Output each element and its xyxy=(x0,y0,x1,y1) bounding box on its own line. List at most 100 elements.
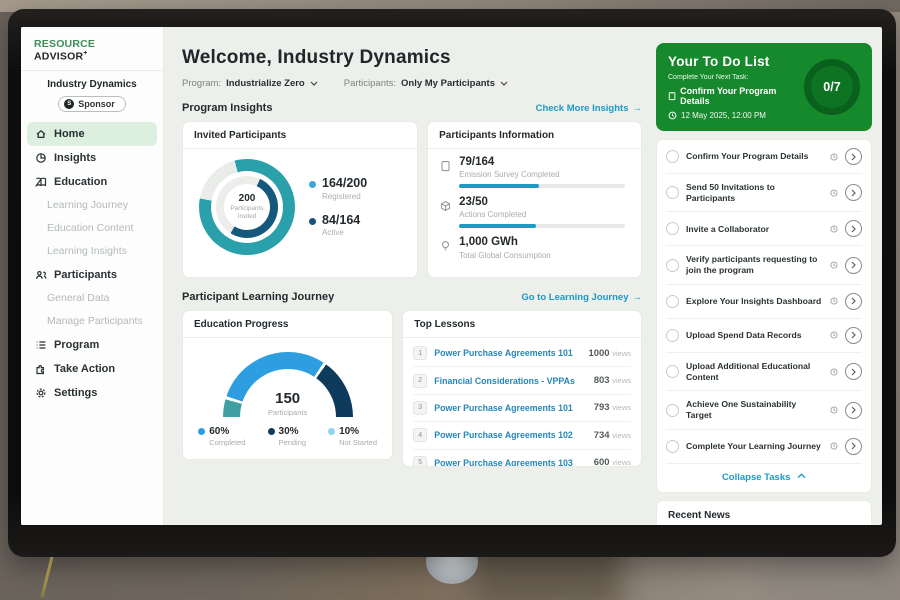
sidebar-item-general-data[interactable]: General Data xyxy=(21,287,163,310)
go-to-learning-journey-link[interactable]: Go to Learning Journey → xyxy=(521,292,642,303)
sidebar-item-learning-journey[interactable]: Learning Journey xyxy=(21,194,163,217)
actions-progress-bar xyxy=(459,224,625,228)
card-title: Participants Information xyxy=(428,122,641,149)
sidebar-item-take-action[interactable]: Take Action xyxy=(21,357,163,381)
chevron-right-icon[interactable] xyxy=(845,293,862,310)
clock-icon xyxy=(830,442,838,450)
todo-subtitle: Complete Your Next Task: xyxy=(668,74,796,81)
todo-checkbox[interactable] xyxy=(666,365,679,378)
todo-checkbox[interactable] xyxy=(666,404,679,417)
chevron-right-icon[interactable] xyxy=(845,327,862,344)
todo-checkbox[interactable] xyxy=(666,150,679,163)
sponsor-badge[interactable]: S Sponsor xyxy=(58,96,126,112)
sidebar-item-label: Education Content xyxy=(47,222,133,234)
learning-cards-row: Education Progress 150 Participants xyxy=(182,310,642,467)
next-task-label: Confirm Your Program Details xyxy=(680,86,796,106)
invited-donut-chart: 200 Participants Invited xyxy=(199,159,295,255)
clock-icon xyxy=(830,153,838,161)
legend-registered: 164/200 Registered xyxy=(309,177,367,201)
todo-item[interactable]: Verify participants requesting to join t… xyxy=(666,246,862,284)
participants-select[interactable]: Participants: Only My Participants xyxy=(344,78,508,89)
todo-item-label: Send 50 Invitations to Participants xyxy=(686,182,823,203)
legend-value: 84/164 xyxy=(322,214,360,228)
program-select[interactable]: Program: Industrialize Zero xyxy=(182,78,318,89)
todo-item[interactable]: Confirm Your Program Details xyxy=(666,140,862,174)
participants-label: Participants: xyxy=(344,78,396,89)
info-value: 79/164 xyxy=(459,156,625,169)
todo-item[interactable]: Invite a Collaborator xyxy=(666,212,862,246)
sidebar-item-education[interactable]: Education xyxy=(21,170,163,194)
sidebar-item-label: Take Action xyxy=(54,363,115,375)
legend-label: Not Started xyxy=(339,438,377,447)
chevron-right-icon[interactable] xyxy=(845,402,862,419)
sidebar-item-label: Participants xyxy=(54,269,117,281)
sponsor-icon: S xyxy=(64,99,74,109)
lesson-row: 4 Power Purchase Agreements 102 734 view… xyxy=(413,422,631,449)
lesson-views: 1000 xyxy=(588,348,609,359)
clipboard-icon xyxy=(668,91,676,101)
sidebar-item-settings[interactable]: Settings xyxy=(21,381,163,405)
chevron-right-icon[interactable] xyxy=(845,257,862,274)
views-word: views xyxy=(612,376,631,385)
todo-checkbox[interactable] xyxy=(666,440,679,453)
sidebar-item-participants[interactable]: Participants xyxy=(21,263,163,287)
lesson-link[interactable]: Power Purchase Agreements 101 xyxy=(434,403,586,413)
todo-checkbox[interactable] xyxy=(666,222,679,235)
legend-value: 30% xyxy=(279,426,299,437)
todo-checkbox[interactable] xyxy=(666,329,679,342)
sponsor-label: Sponsor xyxy=(78,99,115,109)
todo-item-label: Complete Your Learning Journey xyxy=(686,441,823,452)
info-label: Actions Completed xyxy=(459,210,625,219)
todo-checkbox[interactable] xyxy=(666,295,679,308)
sidebar-item-home[interactable]: Home xyxy=(27,122,157,146)
todo-panel: Your To Do List Complete Your Next Task:… xyxy=(654,27,882,525)
recent-news-title: Recent News xyxy=(668,510,860,525)
lesson-link[interactable]: Financial Considerations - VPPAs xyxy=(434,376,586,386)
lesson-link[interactable]: Power Purchase Agreements 102 xyxy=(434,430,586,440)
lesson-link[interactable]: Power Purchase Agreements 101 xyxy=(434,348,581,358)
todo-progress-value: 0/7 xyxy=(823,80,840,94)
lesson-link[interactable]: Power Purchase Agreements 103 xyxy=(434,458,586,467)
todo-progress-badge: 0/7 xyxy=(804,59,860,115)
todo-item[interactable]: Explore Your Insights Dashboard xyxy=(666,285,862,319)
sidebar-item-education-content[interactable]: Education Content xyxy=(21,217,163,240)
gauge-center-label: Participants xyxy=(223,408,353,417)
todo-item[interactable]: Upload Spend Data Records xyxy=(666,319,862,353)
todo-item[interactable]: Send 50 Invitations to Participants xyxy=(666,174,862,212)
sidebar-nav: Home Insights Education Learning Journey xyxy=(21,122,163,405)
chevron-down-icon xyxy=(310,81,318,86)
chevron-right-icon[interactable] xyxy=(845,184,862,201)
arrow-right-icon: → xyxy=(633,292,643,303)
collapse-tasks-link[interactable]: Collapse Tasks xyxy=(666,464,862,492)
todo-checkbox[interactable] xyxy=(666,259,679,272)
chevron-right-icon[interactable] xyxy=(845,220,862,237)
sidebar-item-program[interactable]: Program xyxy=(21,333,163,357)
card-title: Top Lessons xyxy=(403,311,641,338)
participants-value: Only My Participants xyxy=(401,78,495,89)
info-label: Emission Survey Completed xyxy=(459,170,625,179)
settings-icon xyxy=(35,387,47,399)
chevron-right-icon[interactable] xyxy=(845,363,862,380)
lesson-row: 2 Financial Considerations - VPPAs 803 v… xyxy=(413,367,631,394)
task-datetime-label: 12 May 2025, 12:00 PM xyxy=(681,111,766,120)
legend-not-started: 10% Not Started xyxy=(328,426,377,447)
todo-item-label: Achieve One Sustainability Target xyxy=(686,399,823,420)
lesson-row: 1 Power Purchase Agreements 101 1000 vie… xyxy=(413,340,631,367)
gauge-center-value: 150 xyxy=(223,390,353,407)
check-more-insights-link[interactable]: Check More Insights → xyxy=(536,103,642,114)
sidebar-item-manage-participants[interactable]: Manage Participants xyxy=(21,310,163,333)
todo-item[interactable]: Upload Additional Educational Content xyxy=(666,353,862,391)
recent-news-card: Recent News xyxy=(656,500,872,525)
chevron-right-icon[interactable] xyxy=(845,148,862,165)
chevron-right-icon[interactable] xyxy=(845,438,862,455)
todo-item-label: Upload Additional Educational Content xyxy=(686,361,823,382)
sidebar-item-insights[interactable]: Insights xyxy=(21,146,163,170)
info-row-consumption: 1,000 GWh Total Global Consumption xyxy=(440,236,629,259)
todo-checkbox[interactable] xyxy=(666,186,679,199)
clock-icon xyxy=(668,111,677,120)
page-title: Welcome, Industry Dynamics xyxy=(182,47,642,69)
sidebar-item-learning-insights[interactable]: Learning Insights xyxy=(21,240,163,263)
todo-item[interactable]: Achieve One Sustainability Target xyxy=(666,391,862,429)
todo-item[interactable]: Complete Your Learning Journey xyxy=(666,430,862,464)
lesson-rank: 2 xyxy=(413,374,427,388)
